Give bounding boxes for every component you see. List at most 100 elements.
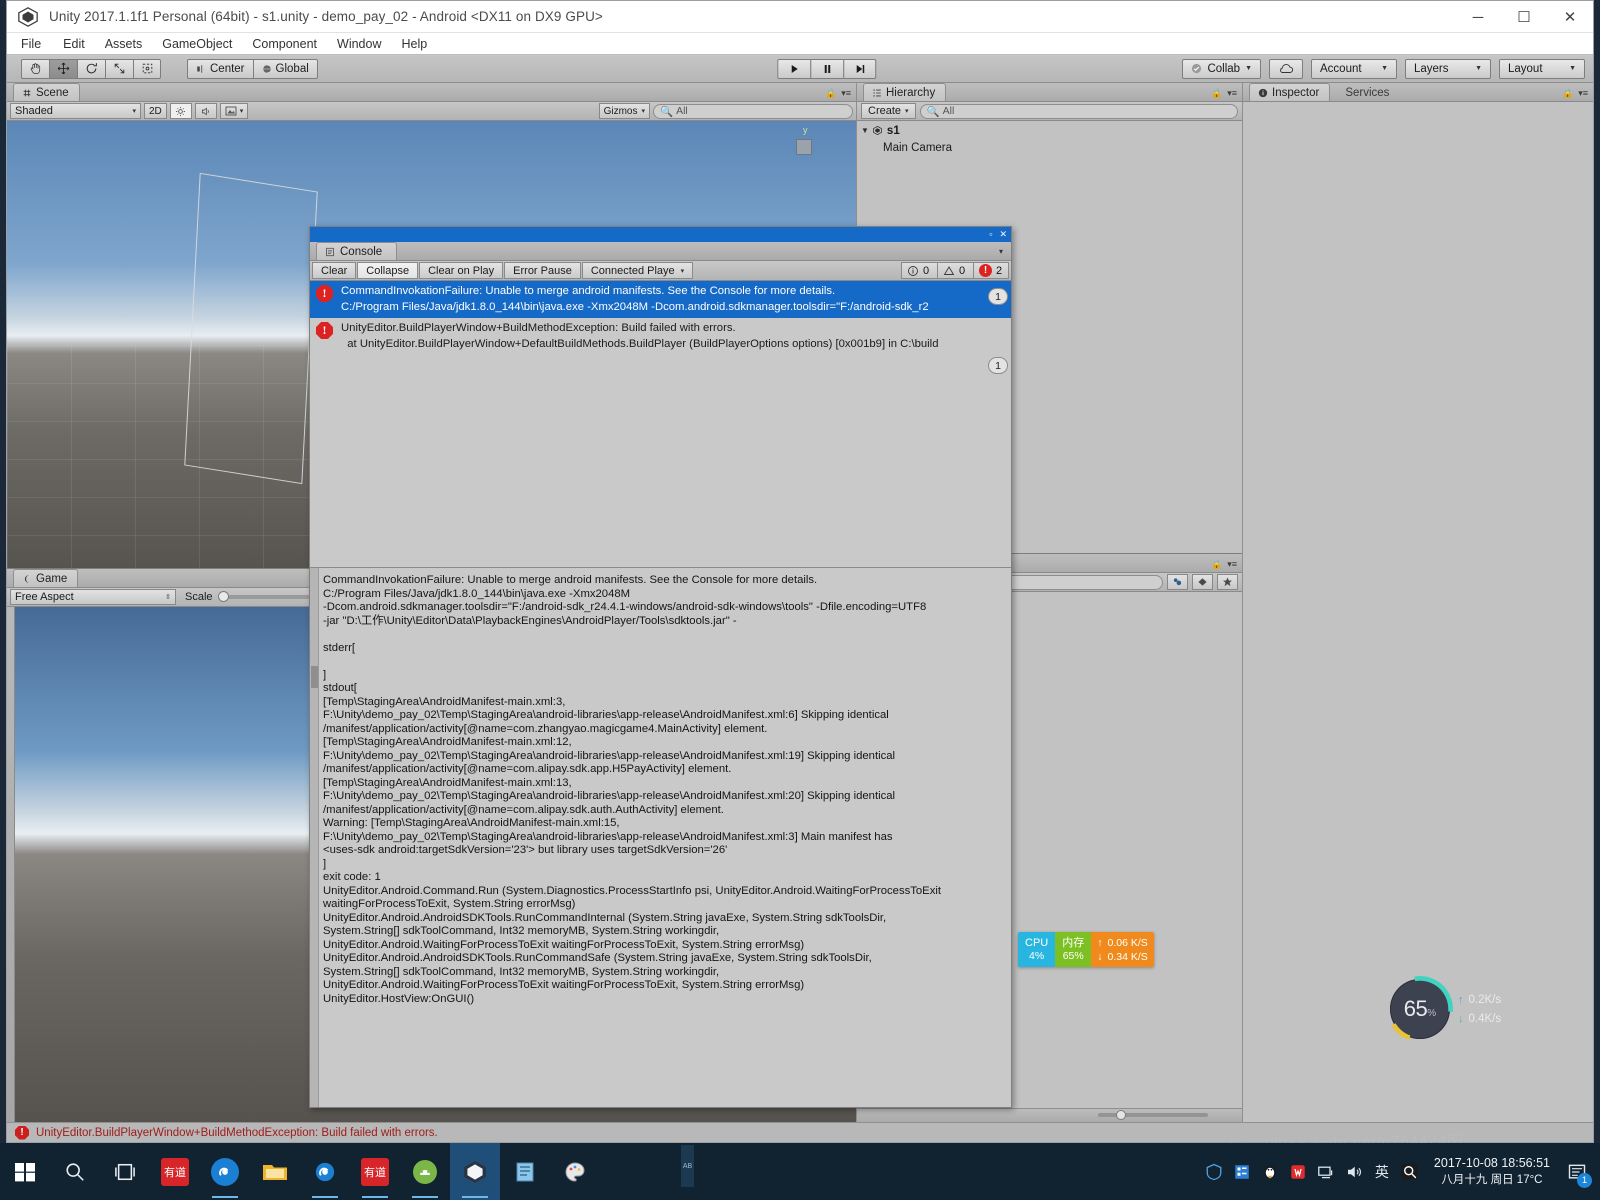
taskbar-app-file-explorer[interactable] — [250, 1143, 300, 1200]
tab-hierarchy[interactable]: Hierarchy — [863, 83, 947, 101]
console-connected-player-dropdown[interactable]: Connected Playe ▾ — [581, 262, 694, 279]
menu-file[interactable]: File — [21, 33, 53, 55]
tab-scene[interactable]: Scene — [13, 83, 80, 101]
pivot-mode-button[interactable]: Center — [187, 58, 253, 79]
menu-icon[interactable]: ▾≡ — [1227, 88, 1237, 99]
tab-console[interactable]: Console — [316, 242, 398, 260]
menu-edit[interactable]: Edit — [53, 33, 95, 55]
console-minimize-button[interactable]: ▫ — [989, 230, 992, 239]
cloud-button[interactable] — [1269, 58, 1303, 79]
slider-knob[interactable] — [217, 591, 229, 602]
minimize-button[interactable]: ─ — [1455, 1, 1501, 33]
start-button[interactable] — [0, 1143, 50, 1200]
console-warning-count[interactable]: 0 — [937, 262, 973, 279]
wps-icon[interactable] — [1284, 1143, 1312, 1200]
list-icon[interactable] — [1228, 1143, 1256, 1200]
taskbar-app-notepad[interactable] — [500, 1143, 550, 1200]
menu-icon[interactable]: ▾≡ — [1227, 559, 1237, 570]
play-button[interactable] — [777, 58, 811, 79]
tab-services[interactable]: Services — [1336, 83, 1400, 101]
console-clear-on-play-toggle[interactable]: Clear on Play — [419, 262, 504, 279]
hand-tool-button[interactable] — [21, 58, 49, 79]
menu-assets[interactable]: Assets — [95, 33, 153, 55]
console-log-list[interactable]: ! CommandInvokationFailure: Unable to me… — [310, 281, 1011, 568]
account-button[interactable]: Account ▼ — [1311, 58, 1397, 79]
space-mode-button[interactable]: Global — [252, 58, 318, 79]
create-gameobject-button[interactable]: Create ▾ — [861, 103, 916, 119]
toggle-2d-button[interactable]: 2D — [144, 103, 167, 119]
scale-tool-button[interactable] — [105, 58, 133, 79]
console-error-count[interactable]: ! 2 — [973, 262, 1009, 279]
slider-knob[interactable] — [1116, 1110, 1126, 1120]
lock-icon[interactable]: 🔒 — [825, 88, 836, 99]
gizmo-cube[interactable] — [796, 139, 812, 155]
console-collapse-toggle[interactable]: Collapse — [357, 262, 419, 279]
lock-icon[interactable]: 🔒 — [1211, 88, 1222, 99]
hierarchy-search-input[interactable]: 🔍 All — [919, 103, 1238, 119]
taskbar-app-browser[interactable] — [200, 1143, 250, 1200]
menu-icon[interactable]: ▾≡ — [841, 88, 851, 99]
lock-icon[interactable]: 🔒 — [1562, 88, 1573, 99]
notification-center-button[interactable]: 1 — [1560, 1143, 1594, 1200]
shield-icon[interactable] — [1200, 1143, 1228, 1200]
console-detail-scrollbar[interactable] — [310, 568, 319, 1107]
scene-fx-dropdown[interactable]: ▾ — [219, 103, 249, 119]
menu-component[interactable]: Component — [242, 33, 327, 55]
taskbar-app-android-studio[interactable] — [400, 1143, 450, 1200]
memory-gauge-widget[interactable]: 65 % ↑ 0.2K/s ↓ 0.4K/s — [1387, 976, 1550, 1042]
taskbar-app-paint[interactable] — [550, 1143, 600, 1200]
scene-view-gizmo[interactable]: y — [776, 125, 840, 185]
scene-audio-toggle[interactable] — [194, 103, 217, 119]
collab-button[interactable]: Collab ▼ — [1182, 58, 1261, 79]
network-icon[interactable] — [1312, 1143, 1340, 1200]
tab-game[interactable]: Game — [13, 569, 79, 587]
console-close-button[interactable]: ✕ — [999, 230, 1007, 239]
volume-icon[interactable] — [1340, 1143, 1368, 1200]
task-view-button[interactable] — [100, 1143, 150, 1200]
aspect-ratio-dropdown[interactable]: Free Aspect ⇳ — [10, 589, 176, 605]
filter-by-label-icon[interactable] — [1192, 574, 1213, 590]
console-tab-menu-icon[interactable]: ▾ — [999, 247, 1003, 256]
taskbar-clock[interactable]: 2017-10-08 18:56:51 八月十九 周日 17°C — [1424, 1155, 1560, 1189]
menu-gameobject[interactable]: GameObject — [152, 33, 242, 55]
lock-icon[interactable]: 🔒 — [1211, 559, 1222, 570]
expand-triangle-icon[interactable]: ▼ — [861, 126, 869, 135]
gizmos-dropdown[interactable]: Gizmos ▾ — [598, 103, 650, 119]
console-log-entry[interactable]: ! CommandInvokationFailure: Unable to me… — [310, 281, 1011, 318]
console-error-pause-toggle[interactable]: Error Pause — [504, 262, 581, 279]
rect-tool-button[interactable] — [133, 58, 161, 79]
layout-button[interactable]: Layout ▼ — [1499, 58, 1585, 79]
console-clear-button[interactable]: Clear — [312, 262, 357, 279]
hierarchy-item-main-camera[interactable]: Main Camera — [857, 139, 1242, 156]
performance-widget[interactable]: CPU 4% 内存 65% ↑ 0.06 K/S ↓ 0.34 K/S — [1018, 932, 1154, 967]
scrollbar-thumb[interactable] — [311, 666, 318, 688]
move-tool-button[interactable] — [49, 58, 77, 79]
scene-search-input[interactable]: 🔍 All — [653, 103, 853, 119]
pause-button[interactable] — [810, 58, 844, 79]
qq-icon[interactable] — [1256, 1143, 1284, 1200]
rotate-tool-button[interactable] — [77, 58, 105, 79]
console-log-entry[interactable]: ! UnityEditor.BuildPlayerWindow+BuildMet… — [310, 318, 1011, 374]
menu-window[interactable]: Window — [327, 33, 391, 55]
maximize-button[interactable]: ☐ — [1501, 1, 1547, 33]
console-info-count[interactable]: 0 — [901, 262, 937, 279]
ime-icon[interactable]: 英 — [1368, 1143, 1396, 1200]
hierarchy-item-s1[interactable]: ▼ s1 — [857, 122, 1242, 139]
menu-help[interactable]: Help — [391, 33, 437, 55]
tab-inspector[interactable]: Inspector — [1249, 83, 1331, 101]
layers-button[interactable]: Layers ▼ — [1405, 58, 1491, 79]
project-zoom-slider[interactable] — [1098, 1110, 1208, 1120]
shading-mode-dropdown[interactable]: Shaded ▾ — [10, 103, 141, 119]
menu-icon[interactable]: ▾≡ — [1578, 88, 1588, 99]
editor-status-bar[interactable]: ! UnityEditor.BuildPlayerWindow+BuildMet… — [7, 1122, 1593, 1142]
scene-lighting-toggle[interactable] — [169, 103, 192, 119]
filter-by-type-icon[interactable] — [1167, 574, 1188, 590]
close-button[interactable]: ✕ — [1547, 1, 1593, 33]
taskbar-side-tab[interactable]: AB — [681, 1145, 694, 1187]
taskbar-app-unity[interactable] — [450, 1143, 500, 1200]
console-detail-area[interactable]: CommandInvokationFailure: Unable to merg… — [310, 568, 1011, 1107]
search-tray-icon[interactable] — [1396, 1143, 1424, 1200]
taskbar-app-youdao[interactable]: 有道 — [150, 1143, 200, 1200]
step-button[interactable] — [843, 58, 877, 79]
taskbar-search-button[interactable] — [50, 1143, 100, 1200]
